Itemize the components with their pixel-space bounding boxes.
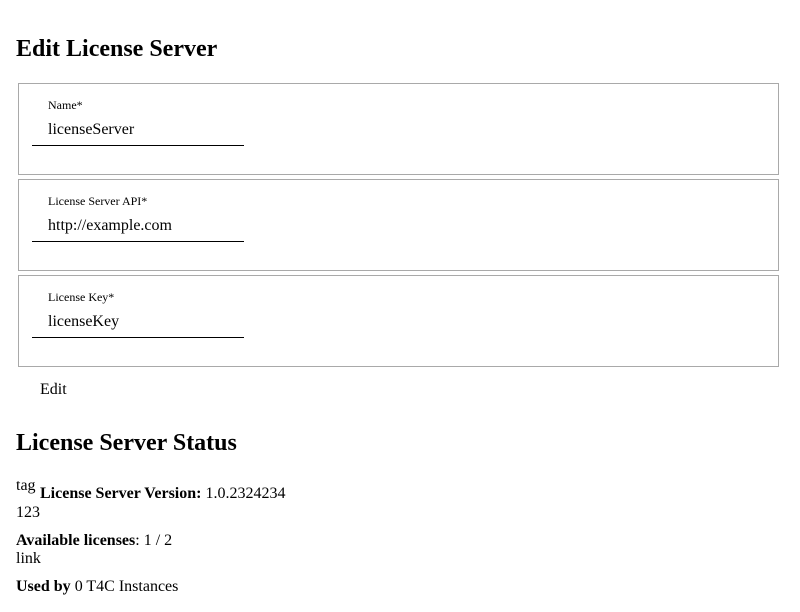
api-field-label: License Server API* [48, 194, 148, 208]
tag-label: tag [16, 477, 36, 494]
name-field-container: Name* [18, 83, 779, 175]
license-key-field-label: License Key* [48, 290, 115, 304]
edit-license-server-title: Edit License Server [16, 36, 218, 62]
name-field-label: Name* [48, 98, 83, 112]
available-licenses-label: Available licenses [16, 532, 136, 549]
api-field-container: License Server API* [18, 179, 779, 271]
name-input[interactable] [32, 114, 244, 146]
version-line: License Server Version: 1.0.2324234 [40, 485, 285, 503]
status-line-123: 123 [16, 504, 40, 521]
license-key-field-container: License Key* [18, 275, 779, 367]
status-link[interactable]: link [16, 550, 41, 568]
used-by-value: 0 T4C Instances [74, 578, 179, 595]
available-licenses-value: : 1 / 2 [135, 532, 173, 549]
available-licenses-line: Available licenses: 1 / 2 [16, 532, 172, 550]
used-by-label: Used by [16, 578, 71, 595]
license-server-status-title: License Server Status [16, 430, 237, 456]
version-value: 1.0.2324234 [205, 485, 286, 502]
edit-button[interactable]: Edit [32, 379, 75, 401]
api-url-input[interactable] [32, 210, 244, 242]
version-label: License Server Version: [40, 485, 202, 502]
used-by-line: Used by 0 T4C Instances [16, 578, 178, 596]
license-key-input[interactable] [32, 306, 244, 338]
page: Edit License Server Name* License Server… [0, 0, 800, 612]
